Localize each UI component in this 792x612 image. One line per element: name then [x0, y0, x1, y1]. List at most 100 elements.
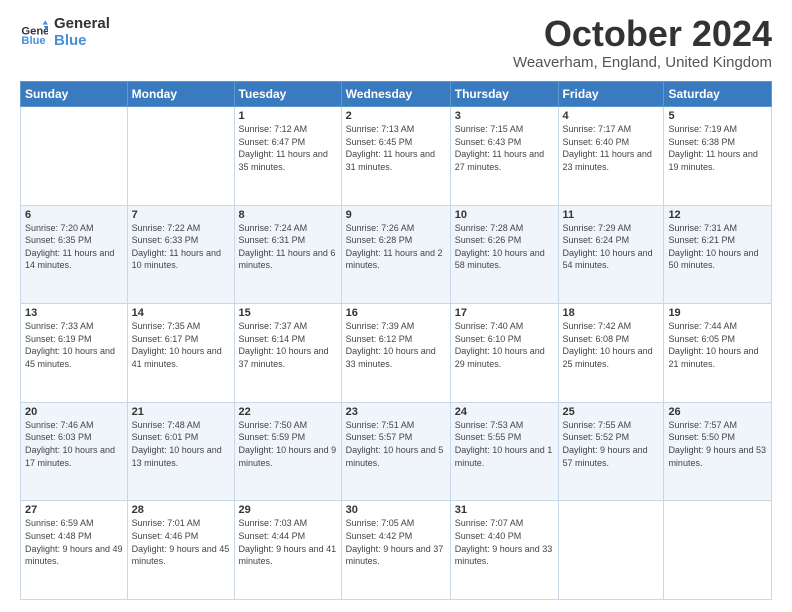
calendar-cell: 15Sunrise: 7:37 AMSunset: 6:14 PMDayligh… [234, 304, 341, 403]
calendar-cell [664, 501, 772, 600]
month-title: October 2024 [513, 16, 772, 52]
day-number: 25 [563, 406, 660, 418]
calendar-cell: 5Sunrise: 7:19 AMSunset: 6:38 PMDaylight… [664, 107, 772, 206]
day-info: Sunrise: 7:03 AMSunset: 4:44 PMDaylight:… [239, 517, 337, 567]
day-info: Sunrise: 7:46 AMSunset: 6:03 PMDaylight:… [25, 419, 123, 469]
calendar-cell: 8Sunrise: 7:24 AMSunset: 6:31 PMDaylight… [234, 205, 341, 304]
day-number: 29 [239, 504, 337, 516]
weekday-header-row: SundayMondayTuesdayWednesdayThursdayFrid… [21, 82, 772, 107]
calendar-cell: 11Sunrise: 7:29 AMSunset: 6:24 PMDayligh… [558, 205, 664, 304]
weekday-header-saturday: Saturday [664, 82, 772, 107]
day-info: Sunrise: 7:50 AMSunset: 5:59 PMDaylight:… [239, 419, 337, 469]
location: Weaverham, England, United Kingdom [513, 54, 772, 71]
day-info: Sunrise: 7:22 AMSunset: 6:33 PMDaylight:… [132, 222, 230, 272]
header: General Blue General Blue October 2024 W… [20, 16, 772, 71]
calendar-cell: 16Sunrise: 7:39 AMSunset: 6:12 PMDayligh… [341, 304, 450, 403]
day-number: 30 [346, 504, 446, 516]
week-row-4: 20Sunrise: 7:46 AMSunset: 6:03 PMDayligh… [21, 402, 772, 501]
day-info: Sunrise: 7:44 AMSunset: 6:05 PMDaylight:… [668, 320, 767, 370]
calendar-cell [21, 107, 128, 206]
calendar-cell: 28Sunrise: 7:01 AMSunset: 4:46 PMDayligh… [127, 501, 234, 600]
day-number: 24 [455, 406, 554, 418]
calendar-cell: 17Sunrise: 7:40 AMSunset: 6:10 PMDayligh… [450, 304, 558, 403]
day-number: 20 [25, 406, 123, 418]
logo-blue: Blue [54, 33, 110, 50]
day-info: Sunrise: 7:28 AMSunset: 6:26 PMDaylight:… [455, 222, 554, 272]
calendar-cell: 27Sunrise: 6:59 AMSunset: 4:48 PMDayligh… [21, 501, 128, 600]
day-info: Sunrise: 7:01 AMSunset: 4:46 PMDaylight:… [132, 517, 230, 567]
day-info: Sunrise: 7:48 AMSunset: 6:01 PMDaylight:… [132, 419, 230, 469]
day-info: Sunrise: 7:17 AMSunset: 6:40 PMDaylight:… [563, 123, 660, 173]
day-info: Sunrise: 7:05 AMSunset: 4:42 PMDaylight:… [346, 517, 446, 567]
day-info: Sunrise: 7:07 AMSunset: 4:40 PMDaylight:… [455, 517, 554, 567]
day-number: 15 [239, 307, 337, 319]
day-info: Sunrise: 7:57 AMSunset: 5:50 PMDaylight:… [668, 419, 767, 469]
day-number: 3 [455, 110, 554, 122]
day-number: 28 [132, 504, 230, 516]
calendar-page: General Blue General Blue October 2024 W… [0, 0, 792, 612]
calendar-cell: 18Sunrise: 7:42 AMSunset: 6:08 PMDayligh… [558, 304, 664, 403]
week-row-5: 27Sunrise: 6:59 AMSunset: 4:48 PMDayligh… [21, 501, 772, 600]
logo-icon: General Blue [20, 19, 48, 47]
calendar-cell: 4Sunrise: 7:17 AMSunset: 6:40 PMDaylight… [558, 107, 664, 206]
day-info: Sunrise: 7:37 AMSunset: 6:14 PMDaylight:… [239, 320, 337, 370]
day-number: 16 [346, 307, 446, 319]
day-number: 2 [346, 110, 446, 122]
day-info: Sunrise: 7:39 AMSunset: 6:12 PMDaylight:… [346, 320, 446, 370]
calendar-cell: 1Sunrise: 7:12 AMSunset: 6:47 PMDaylight… [234, 107, 341, 206]
calendar-cell: 6Sunrise: 7:20 AMSunset: 6:35 PMDaylight… [21, 205, 128, 304]
calendar-cell: 10Sunrise: 7:28 AMSunset: 6:26 PMDayligh… [450, 205, 558, 304]
day-number: 1 [239, 110, 337, 122]
day-info: Sunrise: 7:35 AMSunset: 6:17 PMDaylight:… [132, 320, 230, 370]
day-info: Sunrise: 7:31 AMSunset: 6:21 PMDaylight:… [668, 222, 767, 272]
weekday-header-tuesday: Tuesday [234, 82, 341, 107]
day-info: Sunrise: 7:33 AMSunset: 6:19 PMDaylight:… [25, 320, 123, 370]
day-number: 31 [455, 504, 554, 516]
calendar-cell [558, 501, 664, 600]
calendar-cell: 9Sunrise: 7:26 AMSunset: 6:28 PMDaylight… [341, 205, 450, 304]
calendar-cell: 21Sunrise: 7:48 AMSunset: 6:01 PMDayligh… [127, 402, 234, 501]
logo-general: General [54, 16, 110, 33]
calendar-cell: 22Sunrise: 7:50 AMSunset: 5:59 PMDayligh… [234, 402, 341, 501]
day-number: 21 [132, 406, 230, 418]
weekday-header-friday: Friday [558, 82, 664, 107]
day-info: Sunrise: 7:51 AMSunset: 5:57 PMDaylight:… [346, 419, 446, 469]
day-info: Sunrise: 7:26 AMSunset: 6:28 PMDaylight:… [346, 222, 446, 272]
calendar-cell: 12Sunrise: 7:31 AMSunset: 6:21 PMDayligh… [664, 205, 772, 304]
calendar-cell: 25Sunrise: 7:55 AMSunset: 5:52 PMDayligh… [558, 402, 664, 501]
calendar-cell: 24Sunrise: 7:53 AMSunset: 5:55 PMDayligh… [450, 402, 558, 501]
calendar-table: SundayMondayTuesdayWednesdayThursdayFrid… [20, 81, 772, 600]
day-info: Sunrise: 7:40 AMSunset: 6:10 PMDaylight:… [455, 320, 554, 370]
day-info: Sunrise: 6:59 AMSunset: 4:48 PMDaylight:… [25, 517, 123, 567]
calendar-cell: 31Sunrise: 7:07 AMSunset: 4:40 PMDayligh… [450, 501, 558, 600]
day-number: 7 [132, 209, 230, 221]
day-number: 11 [563, 209, 660, 221]
day-info: Sunrise: 7:24 AMSunset: 6:31 PMDaylight:… [239, 222, 337, 272]
day-number: 18 [563, 307, 660, 319]
weekday-header-wednesday: Wednesday [341, 82, 450, 107]
day-number: 8 [239, 209, 337, 221]
day-number: 13 [25, 307, 123, 319]
calendar-cell: 26Sunrise: 7:57 AMSunset: 5:50 PMDayligh… [664, 402, 772, 501]
weekday-header-thursday: Thursday [450, 82, 558, 107]
day-number: 27 [25, 504, 123, 516]
calendar-cell: 2Sunrise: 7:13 AMSunset: 6:45 PMDaylight… [341, 107, 450, 206]
calendar-cell [127, 107, 234, 206]
day-info: Sunrise: 7:20 AMSunset: 6:35 PMDaylight:… [25, 222, 123, 272]
calendar-cell: 3Sunrise: 7:15 AMSunset: 6:43 PMDaylight… [450, 107, 558, 206]
week-row-2: 6Sunrise: 7:20 AMSunset: 6:35 PMDaylight… [21, 205, 772, 304]
day-number: 10 [455, 209, 554, 221]
day-number: 19 [668, 307, 767, 319]
day-info: Sunrise: 7:13 AMSunset: 6:45 PMDaylight:… [346, 123, 446, 173]
week-row-3: 13Sunrise: 7:33 AMSunset: 6:19 PMDayligh… [21, 304, 772, 403]
day-number: 12 [668, 209, 767, 221]
day-number: 23 [346, 406, 446, 418]
calendar-cell: 19Sunrise: 7:44 AMSunset: 6:05 PMDayligh… [664, 304, 772, 403]
day-number: 22 [239, 406, 337, 418]
day-number: 17 [455, 307, 554, 319]
calendar-cell: 7Sunrise: 7:22 AMSunset: 6:33 PMDaylight… [127, 205, 234, 304]
day-number: 4 [563, 110, 660, 122]
calendar-cell: 13Sunrise: 7:33 AMSunset: 6:19 PMDayligh… [21, 304, 128, 403]
day-info: Sunrise: 7:42 AMSunset: 6:08 PMDaylight:… [563, 320, 660, 370]
day-info: Sunrise: 7:29 AMSunset: 6:24 PMDaylight:… [563, 222, 660, 272]
